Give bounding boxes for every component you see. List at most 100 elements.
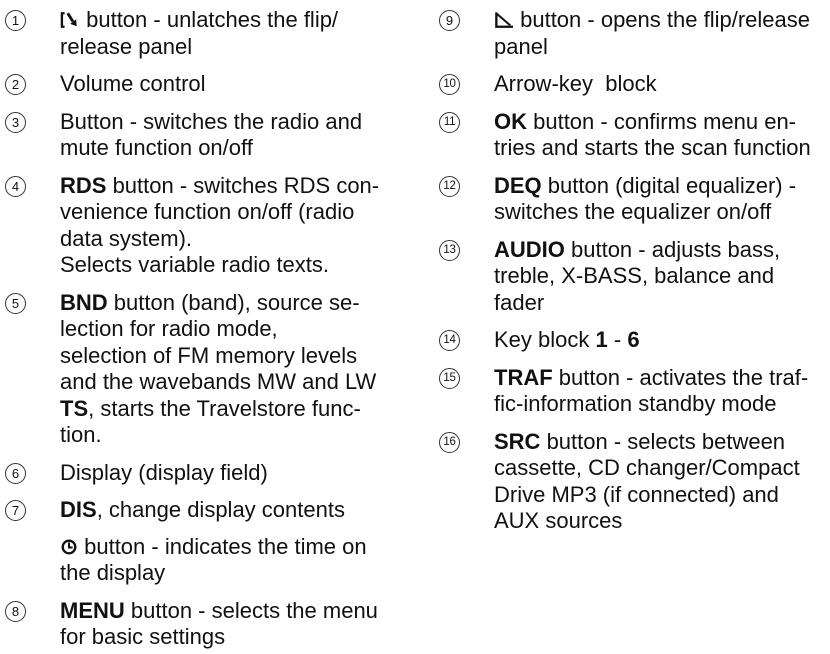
item-text: switches the equalizer on/off — [494, 199, 772, 224]
item-text: , change display contents — [96, 497, 345, 522]
item-line: lection for radio mode, — [60, 316, 430, 343]
item-paragraph: Key block 1 - 6 — [494, 327, 830, 354]
item-line: fader — [494, 290, 830, 317]
item-line: MENU button - selects the menu — [60, 598, 430, 625]
item-line: cassette, CD changer/Compact — [494, 455, 830, 482]
flip-release-icon — [60, 11, 80, 29]
item-text: selection of FM memory levels — [60, 342, 358, 368]
item-line: button - unlatches the flip/ — [60, 7, 430, 34]
item-number: 14 — [439, 330, 460, 351]
list-item-7: 7 DIS, change display contents button - i… — [0, 497, 430, 587]
item-number: 8 — [5, 600, 26, 622]
clock-icon — [60, 538, 78, 556]
right-column: 9 button - opens the flip/release panel 10… — [434, 7, 830, 535]
item-paragraph: DEQ button (digital equalizer) - switches… — [494, 173, 830, 226]
list-item-14: 14 Key block 1 - 6 — [434, 327, 830, 354]
item-number: 16 — [439, 431, 460, 453]
item-paragraph: button - indicates the time on the displa… — [60, 534, 430, 587]
list-item-4: 4 RDS button - switches RDS con-venience … — [0, 173, 430, 279]
bold-term: 1 — [595, 327, 608, 352]
item-number: 9 — [439, 10, 460, 31]
item-line: OK button - confirms menu en- — [494, 109, 830, 136]
item-paragraph: Display (display field) — [60, 460, 430, 487]
item-line: Arrow-key block — [494, 71, 830, 98]
item-text: release panel — [60, 33, 193, 59]
item-line: switches the equalizer on/off — [494, 199, 830, 226]
item-text: button - selects the menu — [124, 597, 378, 623]
bold-term: OK — [494, 108, 527, 134]
item-number: 5 — [5, 292, 26, 314]
item-text: - — [607, 327, 628, 352]
item-line: TS, starts the Travelstore func- — [60, 396, 430, 423]
item-line: Display (display field) — [60, 460, 430, 487]
list-item-15: 15 TRAF button - activates the traf-fic-i… — [434, 365, 830, 418]
item-text: fic-information standby mode — [494, 391, 777, 416]
item-text: button (digital equalizer) - — [541, 172, 797, 198]
open-panel-icon — [494, 11, 514, 29]
bold-term: RDS — [60, 172, 107, 198]
bold-term: 6 — [627, 327, 640, 352]
item-paragraph: MENU button - selects the menu for basic … — [60, 598, 430, 651]
item-line: AUDIO button - adjusts bass, — [494, 237, 830, 264]
list-item-1: 1 button - unlatches the flip/release pa… — [0, 7, 430, 60]
bold-term: DEQ — [494, 172, 542, 198]
item-line: treble, X-BASS, balance and — [494, 263, 830, 290]
item-paragraph: TRAF button - activates the traf-fic-inf… — [494, 365, 830, 418]
list-item-11: 11 OK button - confirms menu en-tries and… — [434, 109, 830, 162]
item-paragraph: RDS button - switches RDS con-venience f… — [60, 173, 430, 279]
item-line: tries and starts the scan function — [494, 135, 830, 162]
list-item-8: 8 MENU button - selects the menu for basic… — [0, 598, 430, 651]
item-line: the display — [60, 560, 430, 587]
item-line: Key block 1 - 6 — [494, 327, 830, 354]
item-number: 12 — [439, 175, 460, 197]
item-line: RDS button - switches RDS con- — [60, 173, 430, 200]
item-text: tion. — [60, 422, 102, 447]
item-paragraph: DIS, change display contents — [60, 497, 430, 524]
item-line: selection of FM memory levels — [60, 343, 430, 370]
left-column: 1 button - unlatches the flip/release pa… — [0, 7, 430, 651]
item-text: button - confirms menu en- — [527, 108, 797, 134]
item-line: for basic settings — [60, 624, 430, 651]
item-text: the display — [60, 560, 166, 585]
bold-term: AUDIO — [494, 236, 565, 262]
item-number: 2 — [5, 74, 26, 95]
item-paragraph: button - unlatches the flip/release pane… — [60, 7, 430, 60]
item-line: Button - switches the radio and — [60, 109, 430, 136]
item-line: tion. — [60, 422, 430, 449]
item-paragraph: SRC button - selects between cassette, CD… — [494, 429, 830, 535]
item-text: Display (display field) — [60, 459, 268, 485]
item-number: 10 — [439, 74, 460, 95]
item-paragraph: Arrow-key block — [494, 71, 830, 98]
item-line: Drive MP3 (if connected) and — [494, 482, 830, 509]
item-line: Volume control — [60, 71, 430, 98]
item-text: button - adjusts bass, — [564, 236, 781, 262]
item-number: 13 — [439, 239, 460, 261]
item-text: and the wavebands MW and LW — [60, 369, 377, 394]
item-paragraph: button - opens the flip/release panel — [494, 7, 830, 60]
item-line: fic-information standby mode — [494, 391, 830, 418]
item-text: Selects variable radio texts. — [60, 252, 330, 277]
item-paragraph: OK button - confirms menu en-tries and s… — [494, 109, 830, 162]
item-text: for basic settings — [60, 624, 226, 649]
item-line: Selects variable radio texts. — [60, 252, 430, 279]
item-paragraph: BND button (band), source se-lection for… — [60, 290, 430, 449]
list-item-9: 9 button - opens the flip/release panel — [434, 7, 830, 60]
item-text: AUX sources — [494, 508, 623, 533]
list-item-13: 13 AUDIO button - adjusts bass, treble, X-… — [434, 237, 830, 317]
item-line: mute function on/off — [60, 135, 430, 162]
item-text: tries and starts the scan function — [494, 135, 811, 160]
item-line: TRAF button - activates the traf- — [494, 365, 830, 392]
item-text: venience function on/off (radio — [60, 199, 355, 224]
item-line: data system). — [60, 226, 430, 253]
item-number: 6 — [5, 462, 26, 484]
item-text: Drive MP3 (if connected) and — [494, 481, 779, 507]
item-text: cassette, CD changer/Compact — [494, 455, 800, 480]
item-line: AUX sources — [494, 508, 830, 535]
item-line: and the wavebands MW and LW — [60, 369, 430, 396]
item-text: treble, X-BASS, balance and — [494, 263, 775, 288]
item-text: button - indicates the time on — [78, 533, 367, 559]
item-text: button - switches RDS con- — [106, 172, 380, 198]
item-line: DEQ button (digital equalizer) - — [494, 173, 830, 200]
list-item-3: 3 Button - switches the radio and mute fun… — [0, 109, 430, 162]
item-text: Key block — [494, 327, 596, 352]
